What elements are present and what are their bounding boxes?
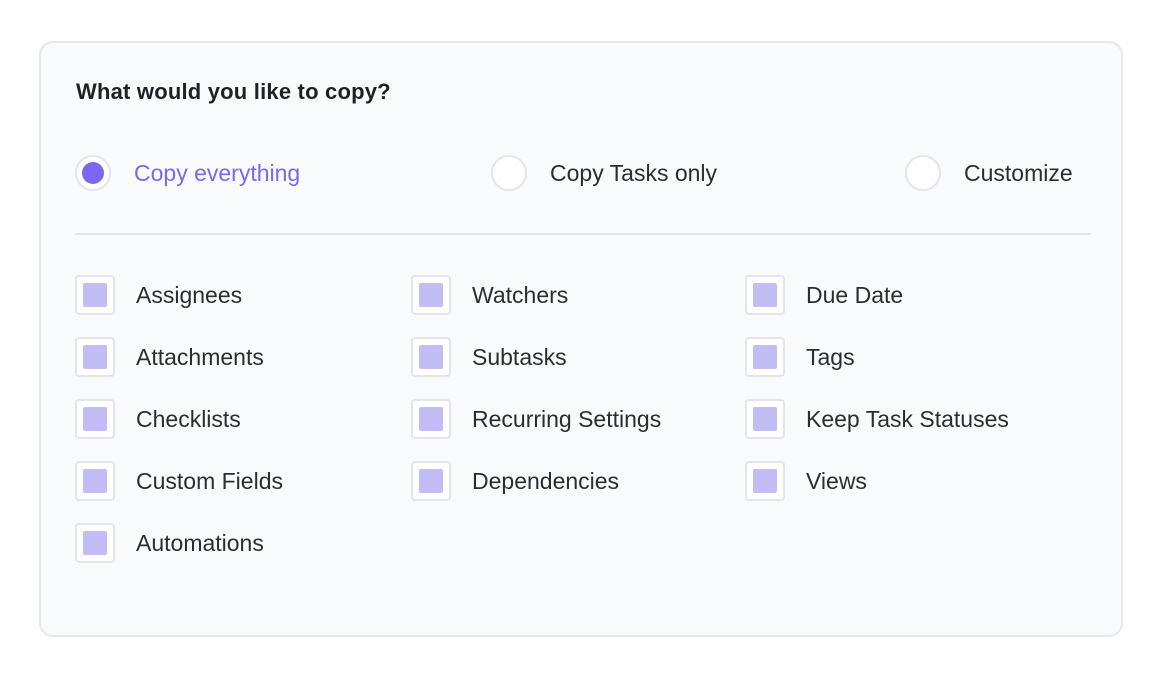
checkbox-custom-fields[interactable]: Custom Fields <box>75 461 283 523</box>
checkbox-checked-mark <box>83 531 107 555</box>
checkbox-label: Keep Task Statuses <box>806 406 1009 432</box>
checkbox-checked-mark <box>753 407 777 431</box>
checkbox[interactable] <box>411 337 451 377</box>
checkbox[interactable] <box>75 275 115 315</box>
checkbox-checked-mark <box>753 469 777 493</box>
checkbox-label: Attachments <box>136 344 264 370</box>
checkbox-checked-mark <box>419 407 443 431</box>
checkbox-watchers[interactable]: Watchers <box>411 275 661 337</box>
checkbox-checked-mark <box>83 345 107 369</box>
checkbox-checked-mark <box>419 283 443 307</box>
checkbox[interactable] <box>411 461 451 501</box>
checkbox-checked-mark <box>83 469 107 493</box>
checkbox[interactable] <box>745 399 785 439</box>
checkbox-label: Tags <box>806 344 855 370</box>
checklist-column-1: Assignees Attachments Checklists Custom … <box>75 275 283 585</box>
checkbox-label: Due Date <box>806 282 904 308</box>
checkbox-label: Watchers <box>472 282 569 308</box>
checkbox-label: Views <box>806 468 867 494</box>
radio-label: Copy everything <box>134 159 301 186</box>
radio-copy-tasks-only[interactable]: Copy Tasks only <box>491 153 717 193</box>
checkbox-assignees[interactable]: Assignees <box>75 275 283 337</box>
checkbox-label: Dependencies <box>472 468 620 494</box>
radio-circle[interactable] <box>75 155 111 191</box>
checkbox-checked-mark <box>83 407 107 431</box>
checkbox-checked-mark <box>419 469 443 493</box>
checkbox[interactable] <box>75 461 115 501</box>
radio-copy-everything[interactable]: Copy everything <box>75 153 300 193</box>
checkbox-checked-mark <box>419 345 443 369</box>
checkbox[interactable] <box>411 399 451 439</box>
checkbox-label: Custom Fields <box>136 468 283 494</box>
checkbox-tags[interactable]: Tags <box>745 337 1009 399</box>
divider <box>75 233 1091 235</box>
checkbox-recurring-settings[interactable]: Recurring Settings <box>411 399 661 461</box>
checkbox-automations[interactable]: Automations <box>75 523 283 585</box>
checkbox[interactable] <box>75 399 115 439</box>
panel-title: What would you like to copy? <box>76 79 391 104</box>
copy-options-panel: What would you like to copy? Copy everyt… <box>39 41 1123 637</box>
radio-circle[interactable] <box>491 155 527 191</box>
radio-circle[interactable] <box>905 155 941 191</box>
checklist-column-2: Watchers Subtasks Recurring Settings Dep… <box>411 275 661 523</box>
checkbox-label: Automations <box>136 530 264 556</box>
checkbox[interactable] <box>745 337 785 377</box>
radio-label: Customize <box>964 159 1073 186</box>
checkbox-subtasks[interactable]: Subtasks <box>411 337 661 399</box>
checkbox-checked-mark <box>753 283 777 307</box>
checkbox-checklists[interactable]: Checklists <box>75 399 283 461</box>
checkbox-label: Subtasks <box>472 344 567 370</box>
checkbox-attachments[interactable]: Attachments <box>75 337 283 399</box>
checkbox-checked-mark <box>753 345 777 369</box>
checkbox[interactable] <box>411 275 451 315</box>
radio-label: Copy Tasks only <box>550 159 718 186</box>
checkbox-due-date[interactable]: Due Date <box>745 275 1009 337</box>
checkbox-label: Checklists <box>136 406 241 432</box>
checkbox[interactable] <box>745 461 785 501</box>
checkbox[interactable] <box>745 275 785 315</box>
radio-customize[interactable]: Customize <box>905 153 1073 193</box>
checkbox-dependencies[interactable]: Dependencies <box>411 461 661 523</box>
copy-mode-radio-group: Copy everything Copy Tasks only Customiz… <box>75 153 1091 193</box>
checkbox-keep-task-statuses[interactable]: Keep Task Statuses <box>745 399 1009 461</box>
checkbox-views[interactable]: Views <box>745 461 1009 523</box>
radio-selected-dot <box>82 162 104 184</box>
checkbox-label: Assignees <box>136 282 243 308</box>
checkbox-checked-mark <box>83 283 107 307</box>
checkbox[interactable] <box>75 523 115 563</box>
checkbox[interactable] <box>75 337 115 377</box>
checkbox-label: Recurring Settings <box>472 406 662 432</box>
checklist-column-3: Due Date Tags Keep Task Statuses Views <box>745 275 1009 523</box>
